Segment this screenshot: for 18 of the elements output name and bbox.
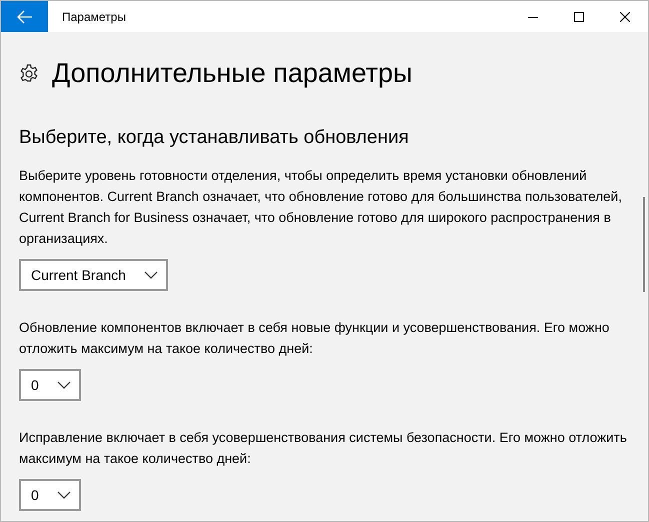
chevron-down-icon (56, 381, 71, 389)
dropdown[interactable]: 0 (19, 369, 81, 401)
close-icon (620, 12, 630, 22)
setting-description: Выберите уровень готовности отделения, чтобы определить время установки обновлений компонентов. Current Branch означает, что обновление готово для большинства пользователей, Current Branch for Business означает, что обновление готово для широкого распространения в организациях. (19, 167, 623, 248)
back-arrow-icon (16, 10, 32, 24)
back-button[interactable] (1, 1, 48, 32)
page-title: Дополнительные параметры (52, 58, 412, 89)
chevron-down-icon (56, 491, 71, 499)
section-title: Выберите, когда устанавливать обновления (19, 127, 410, 149)
dropdown[interactable]: Current Branch (19, 259, 168, 291)
maximize-icon (574, 12, 584, 22)
setting-description: Исправление включает в себя усовершенствования системы безопасности. Его можно отложить максимум на такое количество дней: (19, 429, 628, 468)
scrollbar[interactable] (643, 197, 645, 292)
setting-description: Обновление компонентов включает в себя новые функции и усовершенствования. Его можно отложить максимум на такое количество дней: (19, 319, 610, 358)
dropdown[interactable]: 0 (19, 479, 81, 511)
chevron-down-icon (144, 271, 158, 279)
window-title: Параметры (62, 10, 126, 24)
settings-icon (19, 64, 39, 84)
